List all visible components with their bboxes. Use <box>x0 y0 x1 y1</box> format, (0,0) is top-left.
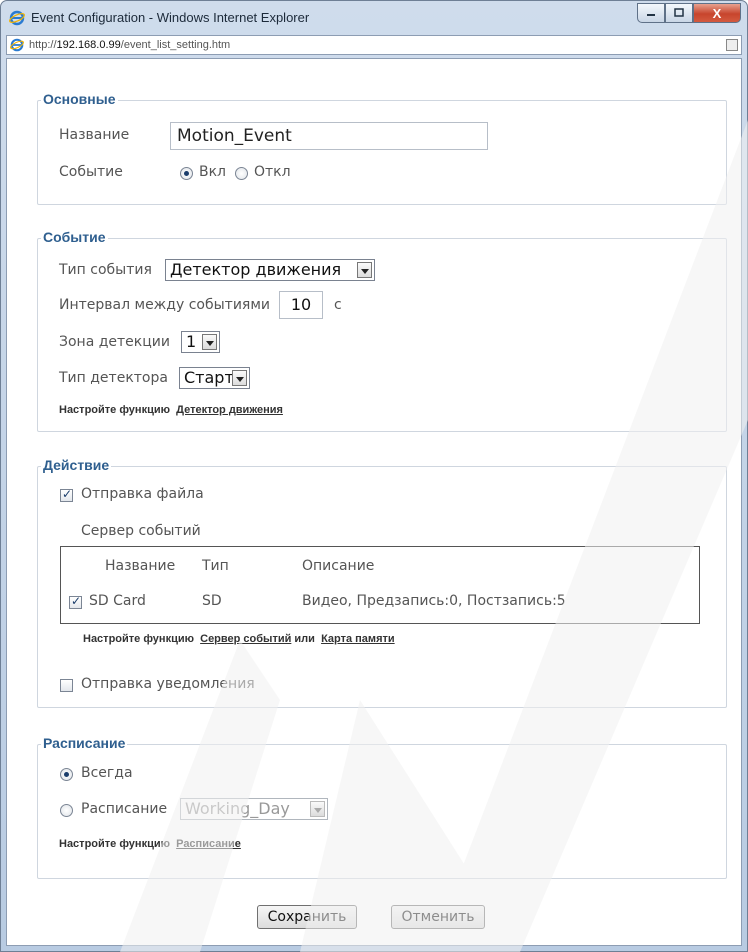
address-url: http://192.168.0.99/event_list_setting.h… <box>29 39 230 51</box>
row-name: SD Card <box>89 593 146 609</box>
send-file-checkbox[interactable] <box>60 487 73 502</box>
page-content: Основные Название Motion_Event Событие В… <box>6 58 742 946</box>
maximize-icon <box>674 8 684 17</box>
schedule-radio[interactable] <box>60 804 73 817</box>
schedule-label: Расписание <box>81 801 168 817</box>
event-off-radio[interactable] <box>235 167 248 180</box>
event-on-radio[interactable] <box>180 167 193 180</box>
schedule-section: Расписание Всегда Расписание Working_Day… <box>37 735 727 879</box>
detector-type-label: Тип детектора <box>59 370 168 386</box>
event-legend: Событие <box>41 229 108 245</box>
column-header-description: Описание <box>302 558 375 574</box>
zone-select[interactable]: 1 <box>181 331 220 353</box>
event-note: Настройте функцию Детектор движения <box>59 404 283 416</box>
ie-icon <box>9 10 25 26</box>
schedule-link[interactable]: Расписание <box>176 838 241 850</box>
action-note-prefix: Настройте функцию <box>83 633 194 645</box>
chevron-down-icon <box>310 801 325 817</box>
event-type-select[interactable]: Детектор движения <box>165 259 375 281</box>
sd-card-checkbox[interactable] <box>69 594 82 609</box>
chevron-down-icon <box>232 370 247 386</box>
chevron-down-icon <box>202 334 217 350</box>
minimize-icon <box>647 14 655 16</box>
address-bar[interactable]: http://192.168.0.99/event_list_setting.h… <box>6 35 742 55</box>
save-button[interactable]: Сохранить <box>257 905 357 929</box>
event-server-link[interactable]: Сервер событий <box>200 633 291 645</box>
row-description: Видео, Предзапись:0, Постзапись:5 <box>302 593 566 609</box>
action-legend: Действие <box>41 457 112 473</box>
cancel-button[interactable]: Отменить <box>391 905 485 929</box>
close-icon: X <box>712 5 722 21</box>
name-input-value: Motion_Event <box>177 126 292 146</box>
name-input[interactable]: Motion_Event <box>170 122 488 150</box>
column-header-type: Тип <box>202 558 229 574</box>
name-label: Название <box>59 127 130 143</box>
url-host: 192.168.0.99 <box>56 39 121 51</box>
maximize-button[interactable] <box>665 3 693 23</box>
motion-detector-link[interactable]: Детектор движения <box>176 404 283 416</box>
chevron-down-icon <box>357 262 372 278</box>
event-type-value: Детектор движения <box>170 260 342 279</box>
action-note-or: или <box>294 633 315 645</box>
ie-page-icon <box>10 38 24 52</box>
always-radio[interactable] <box>60 768 73 781</box>
row-type: SD <box>202 593 222 609</box>
memory-card-link[interactable]: Карта памяти <box>321 633 395 645</box>
window-controls: X <box>637 3 741 25</box>
action-section: Действие Отправка файла Сервер событий Н… <box>37 457 727 708</box>
detector-type-value: Старт <box>184 368 234 387</box>
column-header-name: Название <box>105 558 176 574</box>
minimize-button[interactable] <box>637 3 665 23</box>
server-table: Название Тип Описание SD Card SD Видео, … <box>60 546 700 624</box>
schedule-note-prefix: Настройте функцию <box>59 838 170 850</box>
event-note-prefix: Настройте функцию <box>59 404 170 416</box>
event-section: Событие Тип события Детектор движения Ин… <box>37 229 727 432</box>
compatibility-icon[interactable] <box>726 39 738 51</box>
url-path: /event_list_setting.htm <box>120 39 231 51</box>
url-prefix: http:// <box>29 39 57 51</box>
event-type-label: Тип события <box>59 262 152 278</box>
title-bar: Event Configuration - Windows Internet E… <box>1 1 747 35</box>
interval-label: Интервал между событиями <box>59 297 270 313</box>
interval-input[interactable]: 10 <box>279 291 323 319</box>
schedule-legend: Расписание <box>41 735 128 751</box>
send-notification-checkbox[interactable] <box>60 679 73 692</box>
browser-window: Event Configuration - Windows Internet E… <box>0 0 748 952</box>
interval-unit: с <box>334 297 342 313</box>
action-note: Настройте функцию Сервер событий или Кар… <box>83 633 395 645</box>
interval-value: 10 <box>290 295 312 314</box>
schedule-note: Настройте функцию Расписание <box>59 838 241 850</box>
detector-type-select[interactable]: Старт <box>179 367 250 389</box>
schedule-select[interactable]: Working_Day <box>180 798 328 820</box>
send-file-label: Отправка файла <box>81 486 204 502</box>
send-notification-label: Отправка уведомления <box>81 676 255 692</box>
window-title: Event Configuration - Windows Internet E… <box>31 10 310 25</box>
basic-section: Основные Название Motion_Event Событие В… <box>37 91 727 205</box>
zone-value: 1 <box>186 332 197 351</box>
basic-legend: Основные <box>41 91 118 107</box>
schedule-value: Working_Day <box>185 799 290 818</box>
server-heading: Сервер событий <box>81 523 201 539</box>
close-button[interactable]: X <box>693 3 741 23</box>
event-off-label: Откл <box>254 164 291 180</box>
event-on-label: Вкл <box>199 164 227 180</box>
event-state-label: Событие <box>59 164 123 180</box>
zone-label: Зона детекции <box>59 334 170 350</box>
always-label: Всегда <box>81 765 133 781</box>
